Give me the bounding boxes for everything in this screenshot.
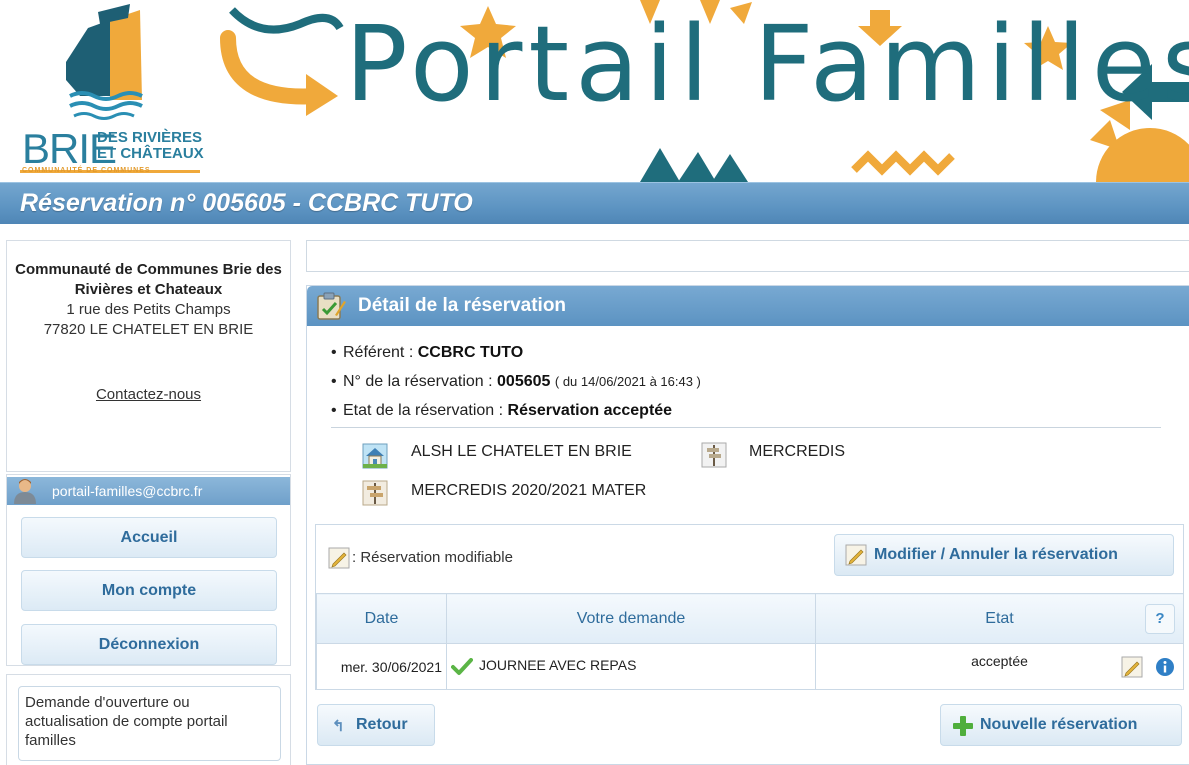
clipboard-icon — [317, 292, 346, 320]
new-reservation-label: Nouvelle réservation — [980, 716, 1138, 733]
activity-group: MERCREDIS 2020/2021 MATER — [411, 482, 647, 499]
cell-date: mer. 30/06/2021 — [316, 643, 447, 690]
user-menu-box: portail-familles@ccbrc.fr Accueil Mon co… — [6, 474, 291, 666]
modify-cancel-button[interactable]: Modifier / Annuler la réservation — [834, 534, 1174, 576]
request-text: JOURNEE AVEC REPAS — [479, 657, 637, 674]
new-reservation-button[interactable]: Nouvelle réservation — [940, 704, 1182, 746]
state-text: acceptée — [971, 653, 1028, 669]
reservation-detail-panel: Détail de la réservation • Référent : CCB… — [306, 285, 1189, 765]
pencil-icon — [328, 547, 350, 569]
column-header-state: Etat ? — [815, 593, 1184, 644]
help-button[interactable]: ? — [1145, 604, 1175, 634]
reservation-state-row: • Etat de la réservation : Réservation ac… — [331, 402, 673, 419]
brand-sub-line-1: DES RIVIÈRES — [97, 129, 203, 146]
back-arrow-icon: ↰ — [332, 718, 345, 735]
brand-logo-subtitle: DES RIVIÈRES ET CHÂTEAUX — [97, 130, 204, 162]
checkmark-icon — [451, 657, 473, 675]
brand-sub-line-2: ET CHÂTEAUX — [97, 145, 204, 162]
organisation-name: Communauté de Communes Brie des Rivières… — [15, 261, 282, 298]
menu-accueil-button[interactable]: Accueil — [21, 517, 277, 558]
divider — [331, 427, 1161, 428]
reservation-table: Date Votre demande Etat ? mer. 30/06/202… — [316, 593, 1184, 690]
number-label: N° de la réservation : — [343, 373, 493, 390]
info-icon[interactable] — [1155, 657, 1175, 677]
banner-title: Portail Familles — [345, 3, 1189, 125]
back-label: Retour — [356, 716, 408, 733]
activity-period: MERCREDIS — [749, 443, 846, 460]
address-line-1: 1 rue des Petits Champs — [66, 301, 231, 318]
edit-pencil-icon[interactable] — [1121, 656, 1143, 678]
state-value: Réservation acceptée — [507, 402, 673, 419]
cell-state: acceptée — [815, 643, 1184, 690]
brand-tagline: COMMUNAUTÉ DE COMMUNES — [22, 167, 151, 174]
plus-icon — [953, 716, 973, 736]
user-avatar-icon — [14, 479, 36, 504]
reservation-modification-box: : Réservation modifiable Modifier / Annu… — [315, 524, 1184, 690]
signpost-icon — [362, 480, 388, 506]
pencil-icon — [845, 544, 867, 566]
organisation-box: Communauté de Communes Brie des Rivières… — [6, 240, 291, 472]
back-button[interactable]: ↰ Retour — [317, 704, 435, 746]
state-label: Etat de la réservation : — [343, 402, 504, 419]
column-header-request: Votre demande — [446, 593, 816, 644]
reservation-number-row: • N° de la réservation : 005605 ( du 14/0… — [331, 373, 701, 390]
menu-deconnexion-button[interactable]: Déconnexion — [21, 624, 277, 665]
modify-cancel-label: Modifier / Annuler la réservation — [874, 546, 1118, 563]
cell-request: JOURNEE AVEC REPAS — [446, 643, 816, 690]
address-line-2: 77820 LE CHATELET EN BRIE — [43, 321, 254, 338]
table-header-row: Date Votre demande Etat ? — [316, 593, 1184, 644]
page-title: Réservation n° 005605 - CCBRC TUTO — [20, 189, 473, 217]
column-header-date: Date — [316, 593, 447, 644]
column-header-state-label: Etat — [985, 609, 1014, 627]
referent-value: CCBRC TUTO — [417, 344, 524, 361]
signpost-icon — [701, 442, 727, 468]
panel-header: Détail de la réservation — [307, 286, 1189, 326]
account-request-box: Demande d'ouverture ou actualisation de … — [6, 674, 291, 765]
number-date: ( du 14/06/2021 à 16:43 ) — [554, 374, 701, 389]
modifiable-legend: : Réservation modifiable — [328, 547, 513, 569]
user-email: portail-familles@ccbrc.fr — [52, 483, 203, 499]
number-value: 005605 — [497, 373, 551, 390]
panel-title: Détail de la réservation — [358, 295, 567, 316]
user-bar: portail-familles@ccbrc.fr — [7, 477, 290, 505]
reservation-info-list: • Référent : CCBRC TUTO • N° de la réserva… — [331, 342, 701, 429]
contact-link[interactable]: Contactez-nous — [7, 386, 290, 403]
page-title-bar: Réservation n° 005605 - CCBRC TUTO — [0, 182, 1189, 224]
referent-label: Référent : — [343, 344, 414, 361]
menu-mon-compte-button[interactable]: Mon compte — [21, 570, 277, 611]
top-message-area — [306, 240, 1189, 272]
activity-site: ALSH LE CHATELET EN BRIE — [411, 443, 632, 460]
legend-text: : Réservation modifiable — [352, 548, 513, 566]
referent-row: • Référent : CCBRC TUTO — [331, 344, 524, 361]
house-icon — [362, 443, 388, 469]
header-banner: BRIE DES RIVIÈRES ET CHÂTEAUX COMMUNAUTÉ… — [0, 0, 1189, 182]
account-request-link[interactable]: Demande d'ouverture ou actualisation de … — [18, 686, 281, 761]
table-row: mer. 30/06/2021 JOURNEE AVEC REPAS accep… — [316, 643, 1184, 690]
